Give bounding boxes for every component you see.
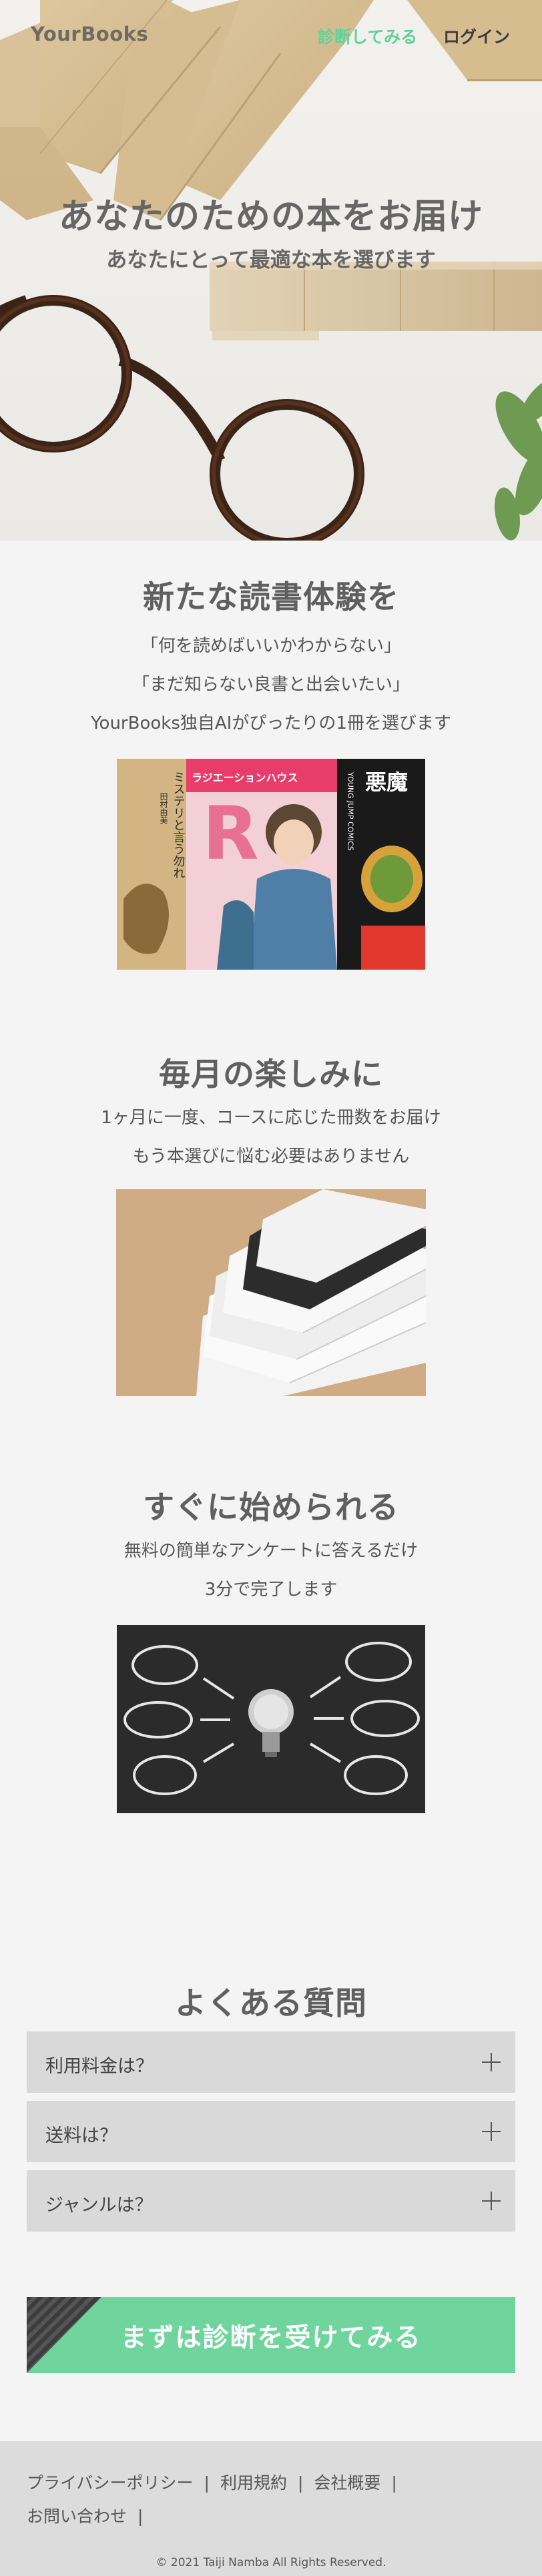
plus-icon[interactable] [482, 2053, 501, 2071]
footer-link-company[interactable]: 会社概要 [314, 2473, 380, 2493]
cover-3-spine: YOUNG JUMP COMICS [346, 771, 355, 851]
feature-title: 毎月の楽しみに [159, 1056, 383, 1093]
feature-line: 無料の簡単なアンケートに答えるだけ [123, 1541, 419, 1561]
nav-login-link[interactable]: ログイン [443, 24, 510, 48]
footer-links: プライバシーポリシー | 利用規約 | 会社概要 | お問い合わせ | [27, 2467, 521, 2533]
feature-line: 3分で完了します [204, 1580, 338, 1600]
feature-line: 「まだ知らない良書と出会いたい」 [131, 675, 410, 695]
faq-item-genre[interactable]: ジャンルは？ [27, 2170, 515, 2232]
start-diagnosis-button[interactable]: まずは診断を受けてみる [27, 2297, 515, 2373]
footer-separator: | [391, 2473, 397, 2493]
footer-separator: | [138, 2507, 144, 2526]
plus-icon[interactable] [482, 2192, 501, 2210]
feature-title: 新たな読書体験を [143, 579, 399, 616]
feature-quick-start: すぐに始められる 無料の簡単なアンケートに答えるだけ 3分で完了します [0, 1396, 542, 1813]
hero-title: あなたのための本をお届け [58, 197, 483, 237]
lightbulb-chalkboard-image [117, 1625, 425, 1813]
cover-1-author: 田村由美 [159, 792, 168, 824]
feature-line: YourBooks独自AIがぴったりの1冊を選びます [91, 713, 451, 733]
faq-item-shipping[interactable]: 送料は？ [27, 2101, 515, 2162]
site-footer: プライバシーポリシー | 利用規約 | 会社概要 | お問い合わせ | © 2021 Taij… [0, 2441, 542, 2576]
cover-1-title: ミステリと言う勿れ [172, 771, 186, 879]
feature-new-reading: 新たな読書体験を 「何を読めばいいかわからない」 「まだ知らない良書と出会いたい… [0, 541, 542, 970]
site-header: YourBooks 診断してみる ログイン [0, 0, 542, 67]
faq-question: 利用料金は？ [45, 2056, 154, 2077]
footer-separator: | [204, 2473, 210, 2493]
faq-title: よくある質問 [175, 1985, 367, 2022]
footer-link-privacy[interactable]: プライバシーポリシー [27, 2473, 194, 2493]
feature-line: 1ヶ月に一度、コースに応じた冊数をお届け [101, 1108, 441, 1128]
copyright: © 2021 Taiji Namba All Rights Reserved. [156, 2556, 386, 2569]
footer-separator: | [297, 2473, 304, 2493]
cover-2-title: ラジエーションハウス [192, 771, 298, 784]
footer-link-contact[interactable]: お問い合わせ [27, 2507, 127, 2526]
faq-question: ジャンルは？ [45, 2195, 153, 2216]
feature-title: すぐに始められる [143, 1490, 399, 1526]
faq-question: 送料は？ [45, 2126, 117, 2146]
svg-text:R: R [202, 791, 259, 876]
feature-line: もう本選びに悩む必要はありません [132, 1147, 410, 1167]
feature-monthly: 毎月の楽しみに 1ヶ月に一度、コースに応じた冊数をお届け もう本選びに悩む必要は… [0, 970, 542, 1396]
feature-line: 「何を読めばいいかわからない」 [140, 636, 401, 656]
cta-label: まずは診断を受けてみる [120, 2323, 422, 2353]
nav-try-diagnosis-link[interactable]: 診断してみる [318, 24, 417, 48]
plus-icon[interactable] [482, 2122, 501, 2141]
book-stack-image [116, 1189, 426, 1396]
footer-link-terms[interactable]: 利用規約 [220, 2473, 287, 2493]
faq-section: よくある質問 利用料金は？ 送料は？ ジャンルは？ [0, 1813, 542, 2232]
site-logo[interactable]: YourBooks [31, 23, 148, 45]
hero-subtitle: あなたにとって最適な本を選びます [106, 248, 436, 272]
faq-item-fee[interactable]: 利用料金は？ [27, 2031, 515, 2093]
hero-section: YourBooks 診断してみる ログイン あなたのための本をお届け あなたにと… [0, 0, 542, 541]
manga-covers-image: ミステリと言う勿れ 田村由美 ラジエーションハウス R YOUNG JUMP C… [117, 759, 425, 970]
cover-4-title: 悪魔 [365, 769, 408, 795]
